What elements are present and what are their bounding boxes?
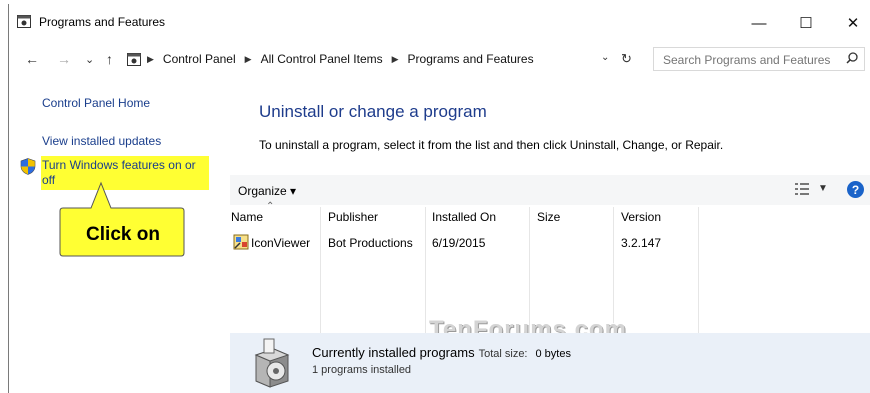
programs-and-features-window: Programs and Features — ☐ ✕ ← → ⌄ ↑ ▶ Co… <box>8 4 870 393</box>
view-details-icon[interactable] <box>795 183 809 195</box>
column-divider <box>320 207 321 333</box>
control-panel-home-link[interactable]: Control Panel Home <box>42 96 150 110</box>
back-button[interactable]: ← <box>25 51 39 67</box>
navigation-bar: ← → ⌄ ↑ ▶ Control Panel ▶ All Control Pa… <box>9 46 870 74</box>
search-input[interactable] <box>654 48 845 72</box>
column-header-size[interactable]: Size <box>537 210 560 224</box>
total-size-value: 0 bytes <box>535 348 571 360</box>
maximize-button[interactable]: ☐ <box>783 10 829 36</box>
column-divider <box>698 207 699 333</box>
search-box[interactable] <box>653 47 865 72</box>
installed-programs-box-icon <box>254 338 290 388</box>
instructions-text: To uninstall a program, select it from t… <box>259 138 724 152</box>
help-button[interactable]: ? <box>847 181 864 198</box>
shield-icon <box>20 158 36 175</box>
chevron-right-icon[interactable]: ▶ <box>147 54 154 65</box>
command-bar: Organize ▾ ▼ ? <box>230 175 870 205</box>
up-button[interactable]: ↑ <box>106 51 113 67</box>
iconviewer-app-icon <box>233 234 249 250</box>
address-folder-icon <box>127 53 141 66</box>
column-divider <box>529 207 530 333</box>
callout-text: Click on <box>86 224 160 245</box>
cell-installed-on: 6/19/2015 <box>432 236 486 250</box>
column-divider <box>613 207 614 333</box>
cell-name: IconViewer <box>251 236 311 250</box>
organize-button[interactable]: Organize ▾ <box>238 184 296 198</box>
recent-locations-button[interactable]: ⌄ <box>85 53 94 66</box>
breadcrumb-control-panel[interactable]: Control Panel <box>163 52 236 66</box>
chevron-down-icon[interactable]: ⌄ <box>601 52 609 63</box>
page-title: Uninstall or change a program <box>259 102 487 121</box>
close-button[interactable]: ✕ <box>830 10 870 36</box>
cell-publisher: Bot Productions <box>328 236 413 250</box>
chevron-right-icon[interactable]: ▶ <box>392 54 399 65</box>
breadcrumb: ▶ Control Panel ▶ All Control Panel Item… <box>147 52 534 66</box>
column-header-publisher[interactable]: Publisher <box>328 210 378 224</box>
view-installed-updates-link[interactable]: View installed updates <box>42 134 161 148</box>
breadcrumb-programs-features[interactable]: Programs and Features <box>408 52 534 66</box>
cell-version: 3.2.147 <box>621 236 662 250</box>
minimize-button[interactable]: — <box>736 10 782 36</box>
programs-count: 1 programs installed <box>312 364 412 376</box>
sort-ascending-icon: ⌃ <box>266 201 275 212</box>
column-header-installed-on[interactable]: Installed On <box>432 210 496 224</box>
details-title: Currently installed programs Total size: 0… <box>312 345 571 360</box>
chevron-right-icon[interactable]: ▶ <box>245 54 252 65</box>
window-title: Programs and Features <box>39 15 166 29</box>
column-header-version[interactable]: Version <box>621 210 661 224</box>
total-size-label: Total size: <box>478 348 528 360</box>
breadcrumb-all-items[interactable]: All Control Panel Items <box>261 52 383 66</box>
control-panel-icon <box>17 15 31 28</box>
callout-bubble <box>59 181 185 257</box>
details-pane: Currently installed programs Total size: 0… <box>230 333 870 393</box>
refresh-button[interactable]: ↻ <box>621 51 632 67</box>
search-icon[interactable] <box>846 52 858 64</box>
details-title-text: Currently installed programs <box>312 345 475 360</box>
forward-button[interactable]: → <box>57 51 71 67</box>
title-bar: Programs and Features — ☐ ✕ <box>9 4 870 40</box>
column-header-name[interactable]: Name <box>231 210 263 224</box>
chevron-down-icon[interactable]: ▼ <box>818 183 828 194</box>
column-divider <box>425 207 426 333</box>
